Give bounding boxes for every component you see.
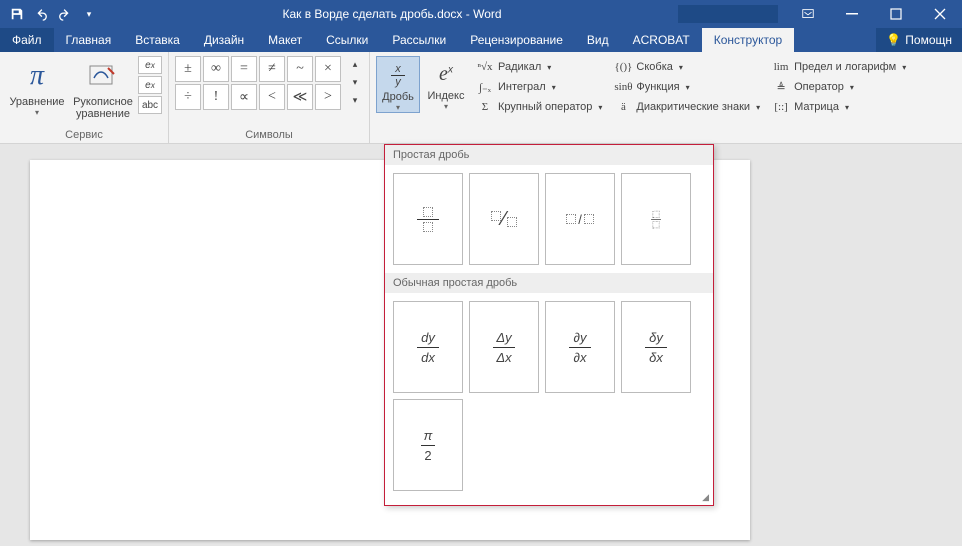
accent-button[interactable]: äДиакритические знаки▾ <box>614 98 760 116</box>
limit-log-button[interactable]: limПредел и логарифм▾ <box>772 58 906 76</box>
tell-me-button[interactable]: 💡 Помощн <box>876 28 962 52</box>
tab-view[interactable]: Вид <box>575 28 621 52</box>
fraction-linear[interactable]: / <box>545 173 615 265</box>
function-button[interactable]: sinθФункция▾ <box>614 78 760 96</box>
fraction-dy-dx[interactable]: dydx <box>393 301 463 393</box>
ink-equation-button[interactable]: Рукописное уравнение <box>72 56 134 122</box>
group-service: π Уравнение Рукописное уравнение ex ex a… <box>0 52 169 143</box>
fraction-pi-2[interactable]: π2 <box>393 399 463 491</box>
bracket-button[interactable]: {()}Скобка▾ <box>614 58 760 76</box>
tab-layout[interactable]: Макет <box>256 28 314 52</box>
matrix-button[interactable]: [::]Матрица▾ <box>772 98 906 116</box>
integral-button[interactable]: ∫₋ₓИнтеграл▾ <box>476 78 602 96</box>
fraction-stacked[interactable] <box>393 173 463 265</box>
tell-me-label: Помощн <box>905 33 952 47</box>
fraction-skewed[interactable]: ⁄ <box>469 173 539 265</box>
tab-home[interactable]: Главная <box>54 28 124 52</box>
pi-icon: π <box>30 60 44 92</box>
chevron-down-icon <box>444 102 448 111</box>
save-button[interactable] <box>6 3 28 25</box>
symbol-cell[interactable]: ∞ <box>203 56 229 82</box>
ribbon-options-button[interactable] <box>786 0 830 28</box>
gallery-scroll-down[interactable]: ▾ <box>347 74 363 90</box>
group-symbols: ± ∞ = ≠ ~ × ÷ ! ∝ < ≪ > ▴ ▾ ▾ Символы <box>169 52 370 143</box>
gallery-scroll-up[interactable]: ▴ <box>347 56 363 72</box>
large-operator-button[interactable]: ΣКрупный оператор▾ <box>476 98 602 116</box>
quick-access-toolbar: ▾ <box>0 3 106 25</box>
tab-acrobat[interactable]: ACROBAT <box>621 28 702 52</box>
group-structures: xy Дробь ex Индекс ⁿ√xРадикал▾ ∫₋ₓИнтегр… <box>370 52 962 143</box>
symbol-cell[interactable]: ∝ <box>231 84 257 110</box>
fraction-small[interactable] <box>621 173 691 265</box>
gallery-expand[interactable]: ▾ <box>347 92 363 108</box>
account-box[interactable] <box>678 5 778 23</box>
operator-button[interactable]: ≜Оператор▾ <box>772 78 906 96</box>
close-button[interactable] <box>918 0 962 28</box>
tab-file[interactable]: Файл <box>0 28 54 52</box>
maximize-button[interactable] <box>874 0 918 28</box>
fraction-gallery: Простая дробь ⁄ / Обычная простая дробь … <box>384 144 714 506</box>
group-label: Сервис <box>6 127 162 141</box>
gallery-section-header: Обычная простая дробь <box>385 273 713 293</box>
convert-ex2-button[interactable]: ex <box>138 76 162 94</box>
chevron-down-icon <box>35 108 39 117</box>
fraction-button[interactable]: xy Дробь <box>376 56 420 113</box>
ribbon: π Уравнение Рукописное уравнение ex ex a… <box>0 52 962 144</box>
symbol-grid: ± ∞ = ≠ ~ × ÷ ! ∝ < ≪ > <box>175 56 341 110</box>
tab-design[interactable]: Дизайн <box>192 28 256 52</box>
convert-ex-button[interactable]: ex <box>138 56 162 74</box>
titlebar: ▾ Как в Ворде сделать дробь.docx - Word <box>0 0 962 28</box>
symbol-cell[interactable]: > <box>315 84 341 110</box>
chevron-down-icon <box>396 103 400 112</box>
symbol-cell[interactable]: ! <box>203 84 229 110</box>
tab-references[interactable]: Ссылки <box>314 28 380 52</box>
symbol-cell[interactable]: ≪ <box>287 84 313 110</box>
undo-button[interactable] <box>30 3 52 25</box>
symbol-cell[interactable]: < <box>259 84 285 110</box>
redo-button[interactable] <box>54 3 76 25</box>
resize-grip-icon[interactable]: ◢ <box>702 492 709 503</box>
symbol-cell[interactable]: ≠ <box>259 56 285 82</box>
script-button[interactable]: ex Индекс <box>424 56 468 111</box>
symbol-cell[interactable]: ~ <box>287 56 313 82</box>
gallery-section-header: Простая дробь <box>385 145 713 165</box>
fraction-partial-y-x[interactable]: ∂y∂x <box>545 301 615 393</box>
qat-customize-button[interactable]: ▾ <box>78 3 100 25</box>
tab-review[interactable]: Рецензирование <box>458 28 575 52</box>
symbol-cell[interactable]: ± <box>175 56 201 82</box>
tab-equation-design[interactable]: Конструктор <box>702 28 794 52</box>
normal-text-button[interactable]: abc <box>138 96 162 114</box>
symbol-cell[interactable]: ÷ <box>175 84 201 110</box>
window-controls <box>830 0 962 28</box>
document-area: Простая дробь ⁄ / Обычная простая дробь … <box>0 144 962 546</box>
fraction-small-delta-y-x[interactable]: δyδx <box>621 301 691 393</box>
radical-button[interactable]: ⁿ√xРадикал▾ <box>476 58 602 76</box>
equation-button[interactable]: π Уравнение <box>6 56 68 119</box>
tab-insert[interactable]: Вставка <box>123 28 192 52</box>
symbol-cell[interactable]: = <box>231 56 257 82</box>
ribbon-tabs: Файл Главная Вставка Дизайн Макет Ссылки… <box>0 28 962 52</box>
tab-mailings[interactable]: Рассылки <box>380 28 458 52</box>
group-label: Символы <box>175 127 363 141</box>
minimize-button[interactable] <box>830 0 874 28</box>
fraction-delta-y-x[interactable]: ΔyΔx <box>469 301 539 393</box>
symbol-cell[interactable]: × <box>315 56 341 82</box>
window-title: Как в Ворде сделать дробь.docx - Word <box>106 7 678 21</box>
lightbulb-icon: 💡 <box>886 33 901 47</box>
